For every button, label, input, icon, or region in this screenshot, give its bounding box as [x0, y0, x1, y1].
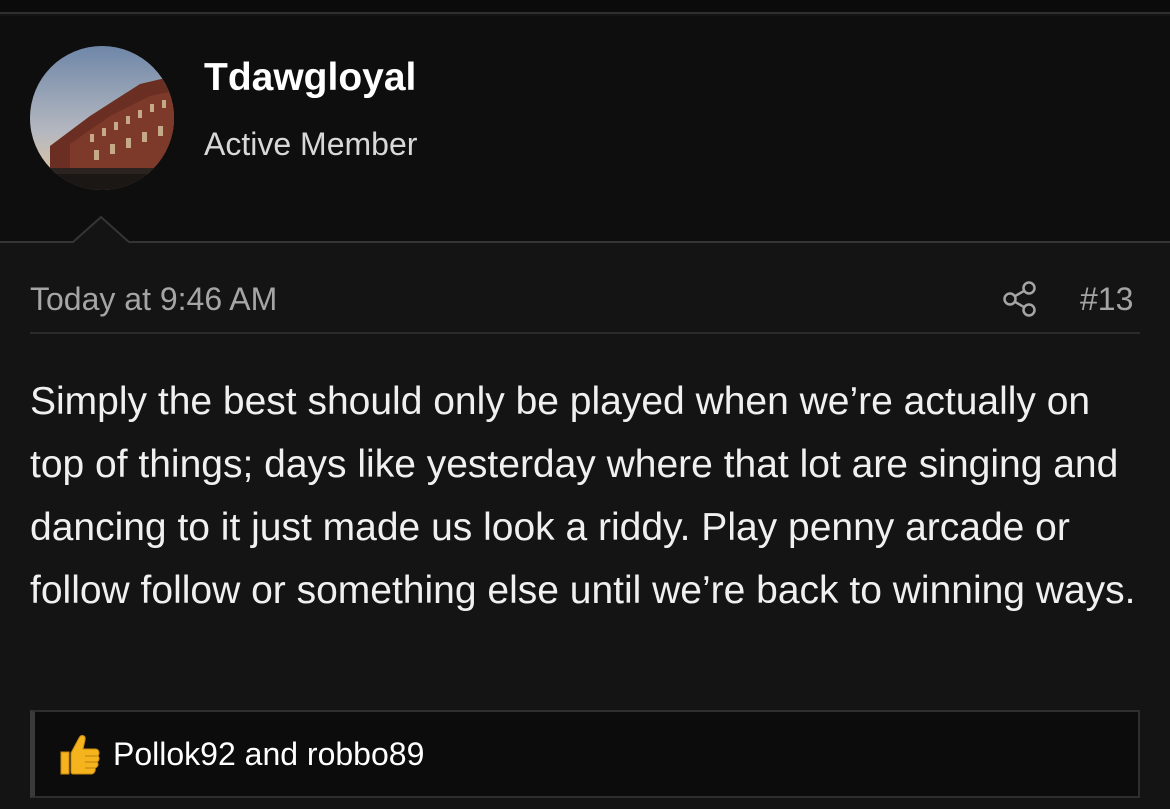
post-number-link[interactable]: #13 — [1080, 281, 1133, 318]
post-date[interactable]: Today at 9:46 AM — [30, 281, 277, 318]
meta-divider — [30, 332, 1140, 334]
reactions-bar[interactable]: Pollok92 and robbo89 — [30, 710, 1140, 798]
top-bar — [0, 0, 1170, 14]
post-author-header — [0, 16, 1170, 242]
share-icon[interactable] — [1002, 280, 1038, 318]
avatar-image — [30, 46, 174, 190]
thumbs-up-icon — [60, 735, 100, 775]
header-pointer-arrow — [72, 216, 130, 244]
reactions-users[interactable]: Pollok92 and robbo89 — [113, 736, 424, 773]
avatar[interactable] — [30, 46, 174, 190]
post-message: Simply the best should only be played wh… — [30, 380, 1136, 612]
author-username[interactable]: Tdawgloyal — [204, 56, 416, 100]
author-title: Active Member — [204, 126, 418, 162]
